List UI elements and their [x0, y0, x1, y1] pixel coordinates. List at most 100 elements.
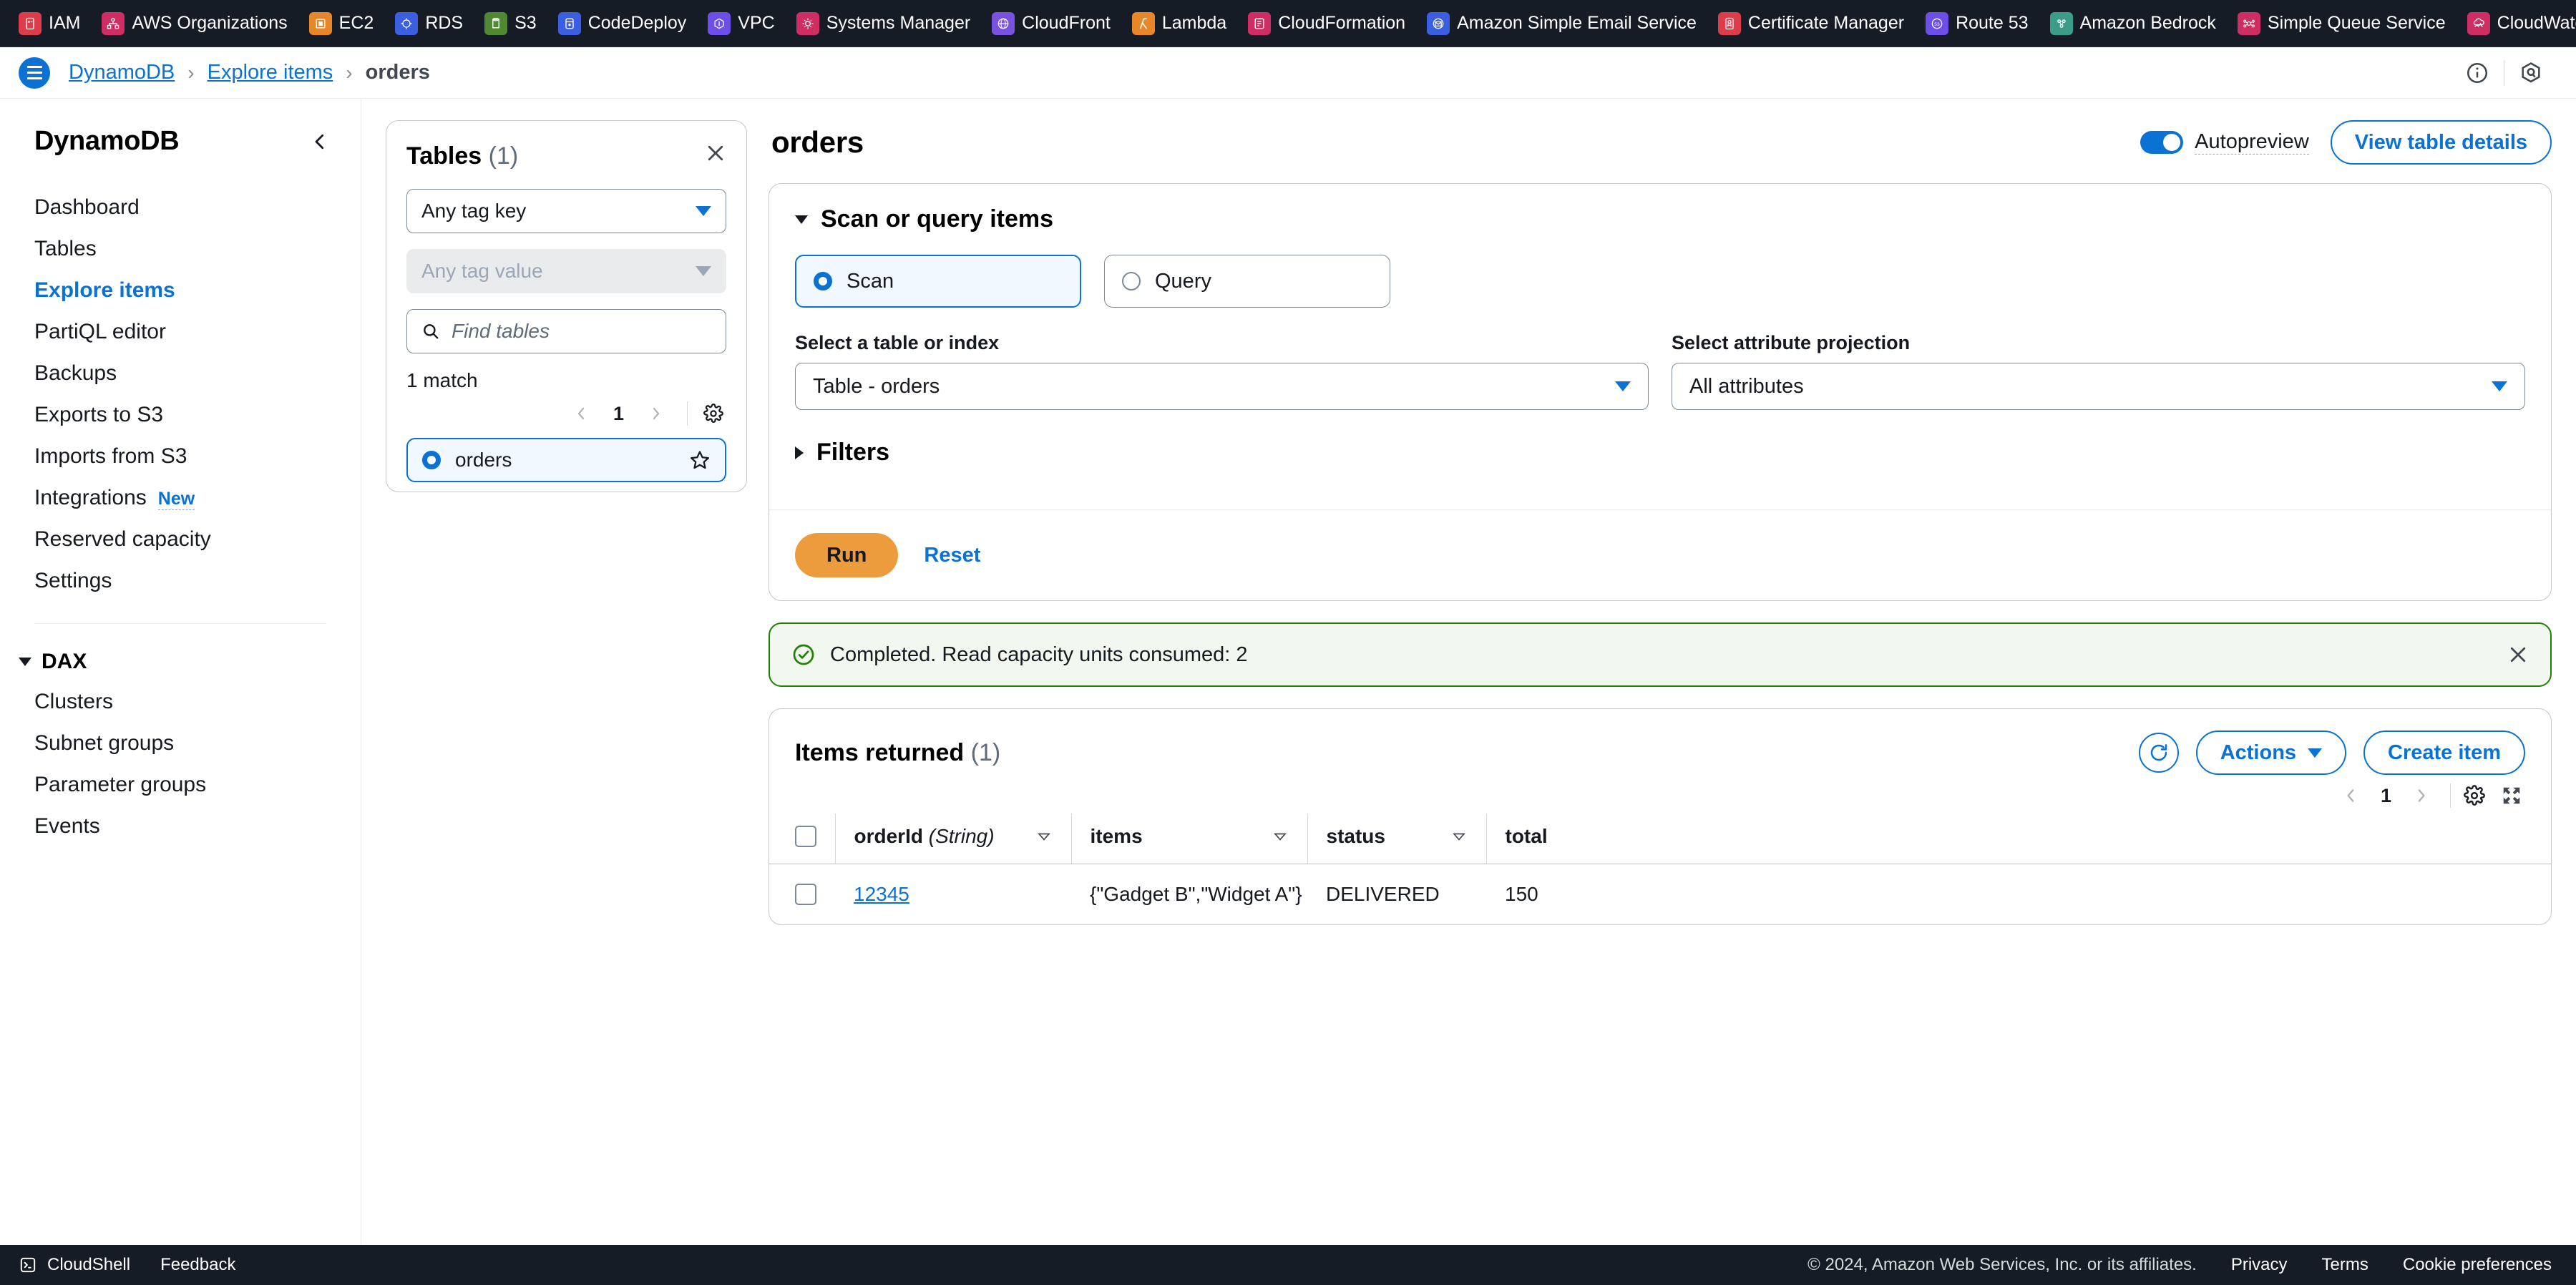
- settings-icon[interactable]: [2510, 52, 2552, 94]
- run-button[interactable]: Run: [795, 533, 899, 577]
- terms-link[interactable]: Terms: [2322, 1255, 2368, 1275]
- tables-page-number[interactable]: 1: [603, 403, 634, 425]
- service-shortcut-codedeploy[interactable]: CodeDeploy: [557, 11, 698, 35]
- query-mode-option[interactable]: Query: [1104, 255, 1390, 308]
- items-page-number[interactable]: 1: [2371, 785, 2401, 807]
- cookie-preferences-link[interactable]: Cookie preferences: [2403, 1255, 2552, 1275]
- info-icon[interactable]: [2457, 52, 2498, 94]
- service-shortcut-cloudwatch[interactable]: CloudWatch: [2467, 11, 2576, 35]
- service-shortcut-sqs[interactable]: Simple Queue Service: [2237, 11, 2457, 35]
- close-icon[interactable]: [705, 142, 726, 164]
- service-shortcut-label: IAM: [49, 13, 81, 33]
- sidebar-item-parameter-groups[interactable]: Parameter groups: [0, 764, 361, 806]
- sidebar-group-dax[interactable]: DAX: [0, 645, 361, 681]
- column-header-orderId[interactable]: orderId (String): [834, 813, 1071, 864]
- column-header-items[interactable]: items: [1070, 813, 1307, 864]
- scan-or-query-section-header[interactable]: Scan or query items: [795, 205, 2525, 233]
- sidebar-item-backups[interactable]: Backups: [0, 353, 361, 394]
- sidebar-item-imports-from-s3[interactable]: Imports from S3: [0, 436, 361, 477]
- sidebar-item-exports-to-s3[interactable]: Exports to S3: [0, 394, 361, 436]
- scan-mode-option[interactable]: Scan: [795, 255, 1081, 308]
- service-shortcut-s3[interactable]: S3: [484, 11, 548, 35]
- tables-panel-title-text: Tables: [406, 142, 482, 170]
- table-list-item-orders[interactable]: orders: [406, 438, 726, 482]
- main-pane: orders Autopreview View table details Sc…: [769, 120, 2552, 1245]
- service-shortcut-ec2[interactable]: EC2: [308, 11, 386, 35]
- actions-dropdown-button[interactable]: Actions: [2195, 731, 2347, 775]
- privacy-link[interactable]: Privacy: [2231, 1255, 2288, 1275]
- column-header-total[interactable]: total: [1485, 813, 2551, 864]
- service-shortcut-cloudfront[interactable]: CloudFront: [992, 11, 1122, 35]
- tag-key-select[interactable]: Any tag key: [406, 189, 726, 233]
- attribute-projection-select[interactable]: All attributes: [1672, 363, 2525, 410]
- feedback-link[interactable]: Feedback: [160, 1255, 235, 1275]
- pagination-divider: [2450, 783, 2451, 808]
- next-page-icon[interactable]: [637, 401, 674, 426]
- sidebar-item-tables[interactable]: Tables: [0, 228, 361, 270]
- filters-section-header[interactable]: Filters: [795, 439, 2525, 466]
- previous-page-icon[interactable]: [563, 401, 600, 426]
- autopreview-label: Autopreview: [2195, 130, 2309, 155]
- sidebar-item-explore-items[interactable]: Explore items: [0, 270, 361, 311]
- view-table-details-button[interactable]: View table details: [2330, 120, 2552, 165]
- svg-text:53: 53: [1934, 21, 1940, 26]
- sidebar-item-label: Reserved capacity: [34, 527, 211, 551]
- sidebar-item-subnet-groups[interactable]: Subnet groups: [0, 723, 361, 764]
- sidebar-item-partiql-editor[interactable]: PartiQL editor: [0, 311, 361, 353]
- service-shortcut-certificate-manager[interactable]: Certificate Manager: [1717, 11, 1916, 35]
- column-header-status[interactable]: status: [1307, 813, 1486, 864]
- codedeploy-icon: [557, 11, 581, 35]
- radio-selected-icon: [422, 451, 441, 469]
- row-checkbox[interactable]: [795, 884, 816, 905]
- service-shortcut-ses[interactable]: Amazon Simple Email Service: [1427, 11, 1708, 35]
- reset-button[interactable]: Reset: [924, 544, 980, 567]
- table-name: orders: [455, 449, 512, 471]
- table-header-row: orderId (String) items status total: [769, 813, 2551, 864]
- service-shortcut-bedrock[interactable]: Amazon Bedrock: [2049, 11, 2228, 35]
- breadcrumb-item-dynamodb[interactable]: DynamoDB: [69, 61, 175, 84]
- service-shortcut-iam[interactable]: IAM: [19, 11, 92, 35]
- app-shell: DynamoDB Dashboard Tables Explore items Par…: [0, 99, 2576, 1245]
- refresh-button[interactable]: [2138, 733, 2179, 773]
- table-row[interactable]: 12345 {"Gadget B","Widget A"} DELIVERED 150: [769, 864, 2551, 925]
- menu-toggle-button[interactable]: [19, 57, 50, 89]
- sidebar-item-integrations[interactable]: Integrations New: [0, 477, 361, 519]
- gear-icon[interactable]: [701, 401, 726, 426]
- attribute-projection-value: All attributes: [1689, 374, 1804, 398]
- sidebar-item-events[interactable]: Events: [0, 806, 361, 847]
- previous-page-icon[interactable]: [2332, 782, 2371, 809]
- service-shortcut-lambda[interactable]: Lambda: [1131, 11, 1238, 35]
- sidebar-item-clusters[interactable]: Clusters: [0, 681, 361, 723]
- autopreview-toggle[interactable]: Autopreview: [2140, 130, 2309, 155]
- service-shortcut-route53[interactable]: 53 Route 53: [1926, 11, 2039, 35]
- next-page-icon[interactable]: [2401, 782, 2440, 809]
- gear-icon[interactable]: [2461, 782, 2488, 809]
- select-all-checkbox[interactable]: [795, 826, 816, 847]
- sidebar-item-settings[interactable]: Settings: [0, 560, 361, 602]
- dismiss-alert-icon[interactable]: [2507, 644, 2529, 665]
- tag-value-select[interactable]: Any tag value: [406, 249, 726, 293]
- sort-icon[interactable]: [1035, 828, 1053, 845]
- find-tables-input[interactable]: Find tables: [406, 309, 726, 353]
- service-shortcut-cloudformation[interactable]: CloudFormation: [1248, 11, 1417, 35]
- star-icon[interactable]: [689, 449, 711, 471]
- breadcrumb-item-explore-items[interactable]: Explore items: [208, 61, 333, 84]
- service-shortcut-rds[interactable]: RDS: [395, 11, 474, 35]
- service-shortcut-systems-manager[interactable]: Systems Manager: [796, 11, 982, 35]
- table-index-select[interactable]: Table - orders: [795, 363, 1649, 410]
- service-shortcut-label: Systems Manager: [826, 13, 971, 33]
- sidebar-item-dashboard[interactable]: Dashboard: [0, 187, 361, 228]
- service-shortcut-organizations[interactable]: AWS Organizations: [102, 11, 298, 35]
- content-area: Tables (1) Any tag key Any tag value Fin…: [361, 99, 2576, 1245]
- sort-icon[interactable]: [1450, 828, 1468, 845]
- order-id-link[interactable]: 12345: [854, 883, 909, 905]
- create-item-button[interactable]: Create item: [2363, 731, 2525, 775]
- sidebar-item-reserved-capacity[interactable]: Reserved capacity: [0, 519, 361, 560]
- fullscreen-icon[interactable]: [2498, 782, 2525, 809]
- cloudshell-button[interactable]: CloudShell: [19, 1255, 130, 1275]
- service-shortcut-vpc[interactable]: VPC: [708, 11, 786, 35]
- sidebar-item-label: Parameter groups: [34, 773, 207, 796]
- tables-panel-count: (1): [488, 142, 519, 170]
- collapse-sidebar-icon[interactable]: [309, 131, 331, 152]
- sort-icon[interactable]: [1272, 828, 1289, 845]
